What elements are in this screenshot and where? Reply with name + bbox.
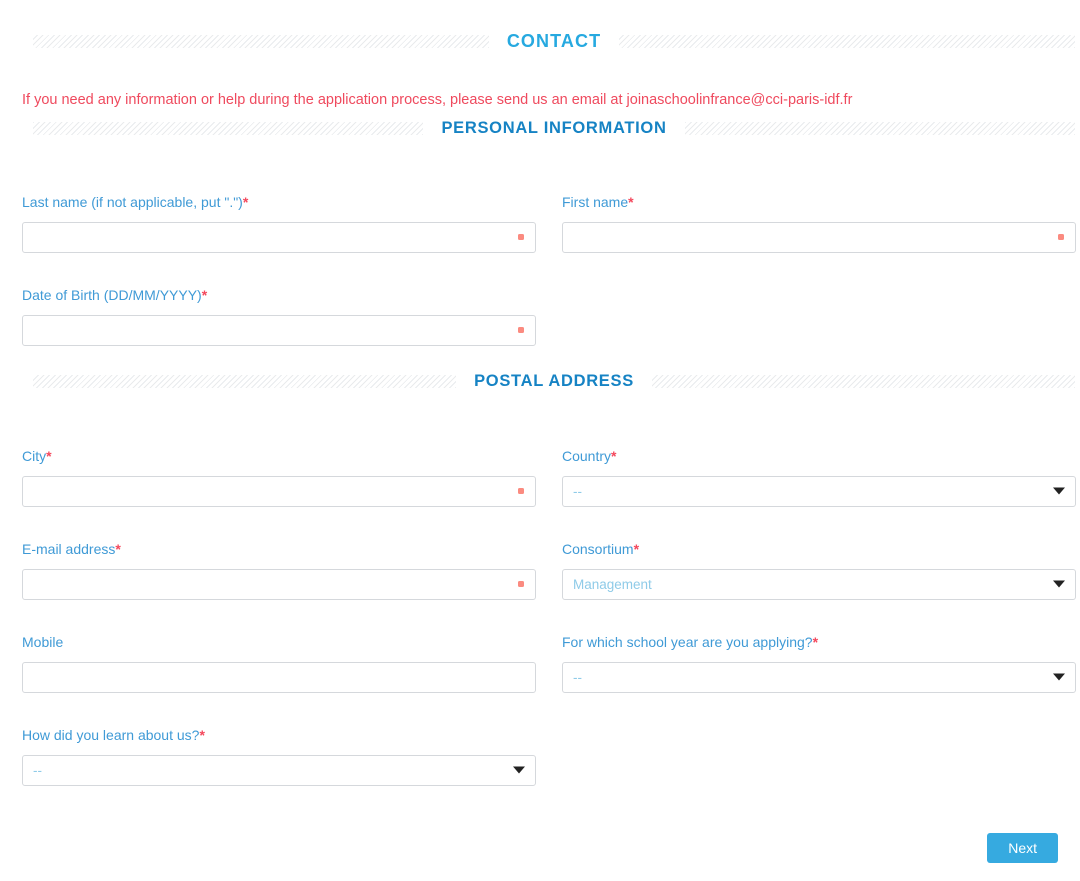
- label-text: Consortium: [562, 540, 634, 557]
- required-asterisk: *: [628, 193, 634, 210]
- country-select[interactable]: --: [562, 475, 1076, 507]
- postal-address-fields: City* Country* -- E-mail address* Consor…: [0, 447, 1080, 786]
- school-year-select[interactable]: --: [562, 661, 1076, 693]
- form-row: E-mail address* Consortium* Management: [22, 540, 1076, 600]
- hatch-rule-right: [651, 374, 1076, 388]
- field-school-year: For which school year are you applying?*…: [562, 633, 1076, 693]
- hatch-rule-left: [33, 374, 457, 388]
- required-asterisk: *: [115, 540, 121, 557]
- form-footer: Next: [0, 832, 1080, 863]
- section-title-postal-address: POSTAL ADDRESS: [474, 371, 634, 390]
- email-input[interactable]: [22, 568, 536, 600]
- control-wrap: --: [562, 661, 1076, 693]
- label-text: For which school year are you applying?: [562, 633, 813, 650]
- required-asterisk: *: [201, 286, 208, 303]
- form-row: Date of Birth (DD/MM/YYYY)*: [22, 286, 1058, 346]
- field-email: E-mail address*: [22, 540, 536, 600]
- form-row: How did you learn about us?* --: [22, 726, 1058, 786]
- field-country: Country* --: [562, 447, 1076, 507]
- label-consortium: Consortium*: [562, 540, 1076, 558]
- label-text: Date of Birth (DD/MM/YYYY): [22, 286, 202, 303]
- field-mobile: Mobile: [22, 633, 536, 693]
- page-title: CONTACT: [506, 31, 602, 51]
- label-country: Country*: [562, 447, 1076, 465]
- hatch-rule-right: [619, 35, 1076, 48]
- form-row: Last name (if not applicable, put ".")* …: [22, 193, 1076, 253]
- form-row: City* Country* --: [22, 447, 1076, 507]
- control-wrap: [22, 314, 536, 346]
- label-city: City*: [22, 447, 536, 465]
- postal-address-section-header: POSTAL ADDRESS: [0, 372, 1080, 391]
- mobile-input[interactable]: [22, 661, 536, 693]
- label-text: City: [22, 447, 47, 464]
- label-date-of-birth: Date of Birth (DD/MM/YYYY)*: [22, 286, 536, 304]
- control-wrap: [562, 221, 1076, 253]
- required-asterisk: *: [242, 193, 249, 210]
- label-text: Mobile: [22, 633, 64, 650]
- field-consortium: Consortium* Management: [562, 540, 1076, 600]
- help-notice: If you need any information or help duri…: [22, 92, 853, 108]
- label-email: E-mail address*: [22, 540, 536, 558]
- label-learn-about-us: How did you learn about us?*: [22, 726, 536, 744]
- control-wrap: [22, 568, 536, 600]
- date-of-birth-input[interactable]: [22, 314, 536, 346]
- consortium-select[interactable]: Management: [562, 568, 1076, 600]
- field-first-name: First name*: [562, 193, 1076, 253]
- personal-information-fields: Last name (if not applicable, put ".")* …: [0, 193, 1080, 346]
- control-wrap: --: [22, 754, 536, 786]
- label-first-name: First name*: [562, 193, 1076, 211]
- learn-about-us-select[interactable]: --: [22, 754, 536, 786]
- field-date-of-birth: Date of Birth (DD/MM/YYYY)*: [22, 286, 536, 346]
- control-wrap: [22, 221, 536, 253]
- city-input[interactable]: [22, 475, 536, 507]
- label-text: E-mail address: [22, 540, 116, 557]
- label-text: Last name (if not applicable, put "."): [22, 193, 243, 210]
- hatch-rule-left: [33, 121, 424, 135]
- form-row: Mobile For which school year are you app…: [22, 633, 1076, 693]
- required-asterisk: *: [46, 447, 52, 464]
- control-wrap: [22, 475, 536, 507]
- hatch-rule-left: [33, 35, 489, 48]
- control-wrap: --: [562, 475, 1076, 507]
- required-asterisk: *: [633, 540, 640, 557]
- field-last-name: Last name (if not applicable, put ".")*: [22, 193, 536, 253]
- label-last-name: Last name (if not applicable, put ".")*: [22, 193, 536, 211]
- section-title-personal-information: PERSONAL INFORMATION: [441, 118, 667, 137]
- label-school-year: For which school year are you applying?*: [562, 633, 1076, 651]
- field-city: City*: [22, 447, 536, 507]
- first-name-input[interactable]: [562, 221, 1076, 253]
- required-asterisk: *: [812, 633, 819, 650]
- last-name-input[interactable]: [22, 221, 536, 253]
- label-text: Country: [562, 447, 612, 464]
- label-mobile: Mobile: [22, 633, 536, 651]
- control-wrap: Management: [562, 568, 1076, 600]
- hatch-rule-right: [684, 121, 1076, 135]
- field-learn-about-us: How did you learn about us?* --: [22, 726, 536, 786]
- next-button[interactable]: Next: [987, 832, 1058, 863]
- contact-form-page: CONTACT If you need any information or h…: [0, 0, 1080, 881]
- label-text: First name: [562, 193, 629, 210]
- personal-information-section-header: PERSONAL INFORMATION: [0, 119, 1080, 138]
- control-wrap: [22, 661, 536, 693]
- required-asterisk: *: [199, 726, 205, 743]
- label-text: How did you learn about us?: [22, 726, 200, 743]
- required-asterisk: *: [611, 447, 617, 464]
- contact-section-header: CONTACT: [0, 31, 1080, 52]
